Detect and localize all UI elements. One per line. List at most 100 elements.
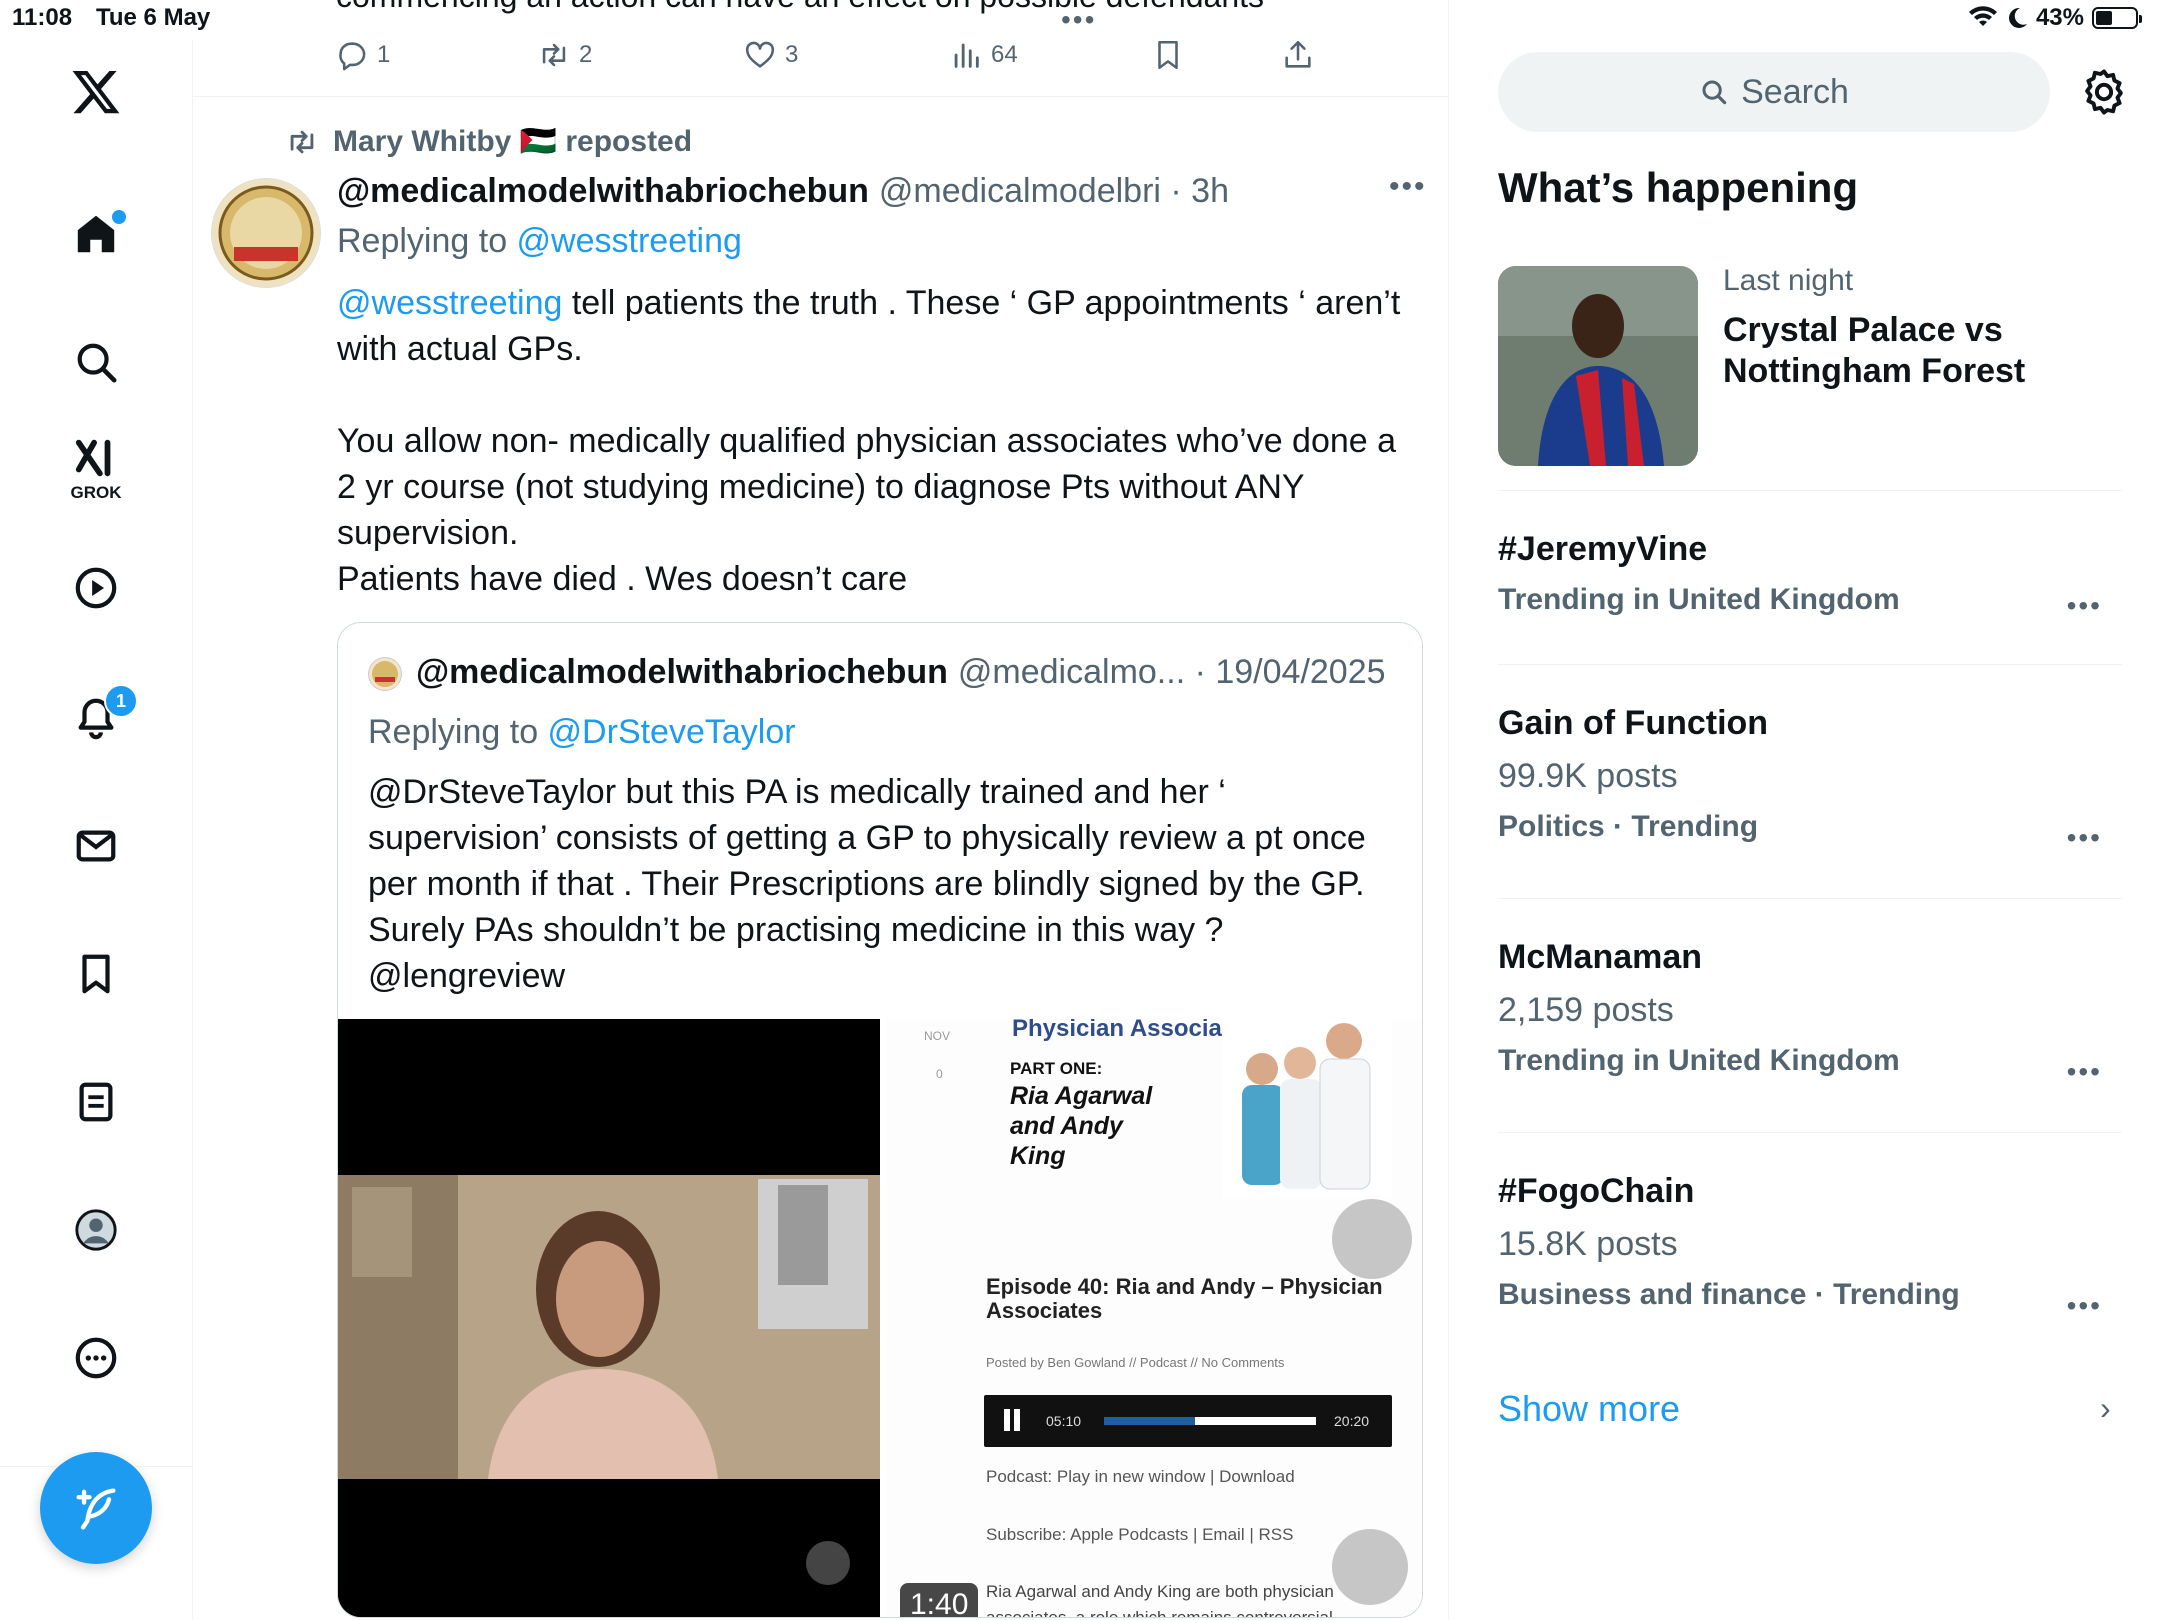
- podcast-posted-by: Posted by Ben Gowland // Podcast // No C…: [986, 1355, 1285, 1370]
- trend-more-icon[interactable]: •••: [2067, 1290, 2102, 1322]
- profile-avatar-icon[interactable]: [66, 1200, 126, 1260]
- trend-more-icon[interactable]: •••: [2067, 822, 2102, 854]
- share-icon: [1285, 40, 1311, 68]
- reply-icon: [339, 42, 366, 71]
- reply-button[interactable]: 1: [335, 38, 390, 72]
- previous-tweet-text: commencing an action can have an effect …: [336, 0, 1264, 15]
- timeline: commencing an action can have an effect …: [193, 0, 1449, 1620]
- video-duration: 1:40: [900, 1583, 979, 1617]
- author-handle-time[interactable]: @medicalmodelbri · 3h: [879, 172, 1229, 211]
- trend-item[interactable]: #JeremyVine Trending in United Kingdom •…: [1498, 530, 2122, 621]
- trend-more-icon[interactable]: •••: [2067, 590, 2102, 622]
- quoted-replying-to: Replying to @DrSteveTaylor: [368, 713, 796, 752]
- player-total: 20:20: [1334, 1413, 1370, 1429]
- podcast-date-tag: NOV: [924, 1029, 951, 1043]
- trend-context: Business and finance · Trending: [1498, 1278, 1960, 1311]
- quoted-replying-link[interactable]: @DrSteveTaylor: [548, 713, 796, 751]
- trend-divider: [1498, 1132, 2122, 1133]
- trend-divider: [1498, 664, 2122, 665]
- trend-item[interactable]: #FogoChain 15.8K posts Business and fina…: [1498, 1172, 2122, 1321]
- repost-indicator[interactable]: Mary Whitby 🇵🇸 reposted: [285, 124, 692, 159]
- moon-icon: [2008, 7, 2027, 28]
- tweet-header: @medicalmodelwithabriochebun @medicalmod…: [337, 172, 1229, 211]
- tweet-text: @wesstreeting tell patients the truth . …: [337, 280, 1417, 602]
- share-button[interactable]: [1281, 38, 1315, 72]
- settings-gear-icon[interactable]: [2078, 66, 2130, 118]
- views-button[interactable]: 64: [949, 38, 1018, 72]
- retweet-button[interactable]: 2: [537, 38, 592, 72]
- compose-post-button[interactable]: [40, 1452, 152, 1564]
- retweet-count: 2: [579, 41, 593, 68]
- quoted-tweet-text: @DrSteveTaylor but this PA is medically …: [368, 773, 1366, 995]
- tweet-more-icon[interactable]: •••: [1389, 170, 1427, 204]
- wifi-icon: [1968, 6, 1997, 26]
- pause-icon-bar: [1014, 1409, 1020, 1431]
- status-time: 11:08: [12, 4, 73, 31]
- news-meta: Last night: [1723, 264, 1854, 297]
- whats-happening-title: What’s happening: [1498, 164, 1859, 211]
- pause-icon: [1004, 1409, 1010, 1431]
- subscribe-links: Subscribe: Apple Podcasts | Email | RSS: [986, 1525, 1294, 1544]
- podcast-episode-title: Episode 40: Ria and Andy – Physician Ass…: [986, 1274, 1383, 1323]
- grok-icon[interactable]: GROK: [66, 424, 126, 514]
- bookmarks-icon[interactable]: [66, 944, 126, 1004]
- notifications-bell-icon[interactable]: 1: [66, 684, 138, 748]
- tweet-body-text: tell patients the truth . These ‘ GP app…: [337, 284, 1401, 598]
- media-dot-decoration: [1332, 1199, 1412, 1279]
- trend-posts: 2,159 posts: [1498, 991, 1674, 1029]
- messages-envelope-icon[interactable]: [66, 816, 126, 876]
- bookmark-icon: [1158, 40, 1178, 70]
- podcast-comments-tag: 0: [936, 1067, 943, 1081]
- views-bar-chart-icon: [954, 43, 979, 68]
- tweet-mention-link[interactable]: @wesstreeting: [337, 284, 562, 322]
- left-navigation: GROK 1: [0, 40, 193, 1620]
- quoted-tweet[interactable]: @medicalmodelwithabriochebun @medicalmo.…: [337, 622, 1423, 1618]
- news-title[interactable]: Crystal Palace vs Nottingham Forest: [1723, 310, 2053, 392]
- trend-context: Politics · Trending: [1498, 810, 1759, 843]
- quoted-author-avatar: [368, 657, 402, 691]
- trend-title: #JeremyVine: [1498, 530, 1708, 568]
- explore-search-icon[interactable]: [66, 332, 126, 392]
- trend-title: #FogoChain: [1498, 1172, 1695, 1210]
- video-play-icon[interactable]: [66, 558, 126, 618]
- more-options-icon[interactable]: [66, 1328, 126, 1388]
- podcast-names: Ria Agarwal and Andy King: [1010, 1082, 1153, 1170]
- quoted-handle-date: @medicalmo... · 19/04/2025: [957, 653, 1386, 691]
- show-more-link[interactable]: Show more: [1498, 1388, 1680, 1430]
- trend-item[interactable]: McManaman 2,159 posts Trending in United…: [1498, 938, 2122, 1087]
- views-count: 64: [991, 41, 1018, 68]
- news-thumbnail[interactable]: [1498, 266, 1698, 466]
- trend-more-icon[interactable]: •••: [2067, 1056, 2102, 1088]
- quoted-tweet-header: @medicalmodelwithabriochebun @medicalmo.…: [416, 653, 1386, 692]
- trend-context: Trending in United Kingdom: [1498, 583, 1900, 616]
- battery-percent: 43%: [2035, 4, 2084, 31]
- home-icon[interactable]: [66, 204, 128, 264]
- battery-level: [2096, 11, 2112, 25]
- author-display-name[interactable]: @medicalmodelwithabriochebun: [337, 172, 869, 211]
- search-input[interactable]: Search: [1498, 52, 2050, 132]
- like-button[interactable]: 3: [743, 38, 798, 72]
- repost-icon: [290, 130, 314, 153]
- podcast-page-image[interactable]: Physician Associates NOV 0 PART ONE: Ria…: [886, 1019, 1422, 1617]
- notifications-badge: 1: [104, 684, 138, 718]
- x-logo-icon[interactable]: [66, 62, 126, 122]
- player-track: [1104, 1417, 1316, 1425]
- video-thumbnail[interactable]: [338, 1019, 880, 1617]
- lists-icon[interactable]: [66, 1072, 126, 1132]
- trend-divider: [1498, 490, 2122, 491]
- quoted-replying-prefix: Replying to: [368, 713, 548, 751]
- compose-feather-icon: [76, 1488, 116, 1530]
- doctors-illustration: [1222, 1019, 1392, 1199]
- player-time: 05:10: [1046, 1413, 1082, 1429]
- search-icon: [1702, 80, 1727, 105]
- podcast-links: Podcast: Play in new window | Download: [986, 1467, 1295, 1486]
- bookmark-button[interactable]: [1151, 38, 1185, 72]
- chevron-right-icon[interactable]: ›: [2100, 1390, 2111, 1427]
- replying-to-link[interactable]: @wesstreeting: [517, 222, 742, 260]
- trend-posts: 15.8K posts: [1498, 1225, 1678, 1263]
- quoted-display-name: @medicalmodelwithabriochebun: [416, 653, 948, 691]
- previous-tweet-more-icon[interactable]: •••: [1061, 4, 1096, 36]
- trend-item[interactable]: Gain of Function 99.9K posts Politics · …: [1498, 704, 2122, 853]
- author-avatar[interactable]: [211, 178, 321, 288]
- home-unread-dot: [110, 208, 128, 226]
